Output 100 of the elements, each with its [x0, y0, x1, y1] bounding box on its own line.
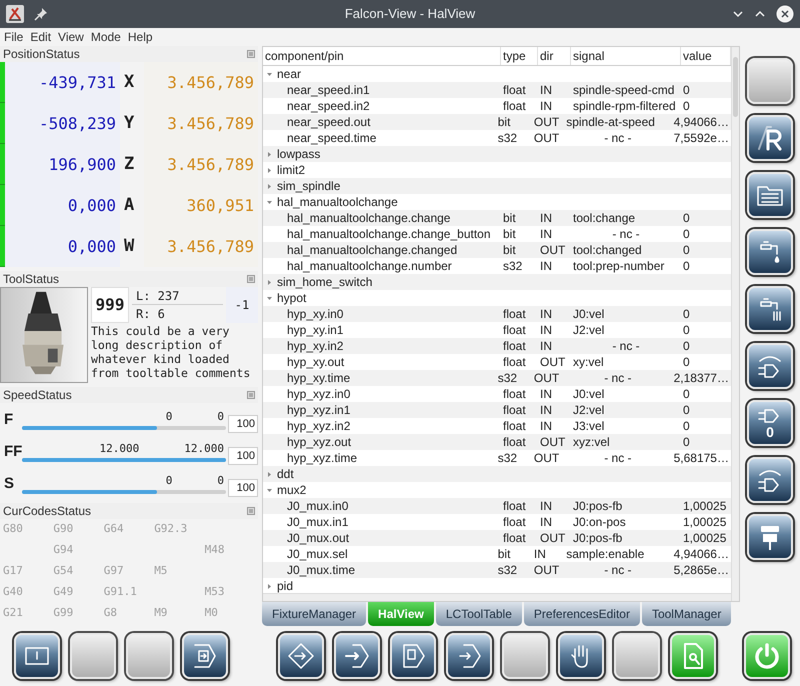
horizontal-scrollbar[interactable] — [263, 593, 731, 601]
tree-item[interactable]: ddt — [275, 465, 294, 483]
speed-slider[interactable] — [22, 455, 226, 465]
code-label: G99 — [53, 605, 74, 622]
tree-item[interactable]: hal_manualtoolchange — [275, 193, 398, 211]
table-cell-text: J0_mux.out — [286, 530, 350, 547]
tree-item[interactable]: lowpass — [275, 145, 320, 163]
table-cell-text: float — [502, 98, 527, 115]
table-cell-text: s32 — [496, 130, 518, 147]
collapsed-arrow-icon[interactable] — [266, 184, 272, 188]
table-cell-text: J0:vel — [572, 386, 606, 403]
expanded-arrow-icon[interactable] — [266, 200, 272, 204]
toolbar-button[interactable] — [14, 633, 60, 679]
axis-label: A — [123, 194, 136, 217]
toolbar-button[interactable] — [558, 633, 604, 679]
tab[interactable]: FixtureManager — [262, 602, 366, 626]
table-cell-text: hyp_xyz.in1 — [286, 402, 352, 419]
table-cell-text: spindle-speed-cmd — [572, 82, 676, 99]
table-cell-text: J0:vel — [572, 306, 606, 323]
table-cell-text: near_speed.time — [286, 130, 378, 147]
table-cell-text: 5,2865e… — [672, 562, 730, 579]
toolbar-button[interactable] — [747, 286, 793, 332]
tab[interactable]: LCToolTable — [436, 602, 522, 626]
toolbar-button[interactable] — [747, 457, 793, 503]
tree-item[interactable]: pid — [275, 577, 294, 593]
tab[interactable]: ToolManager — [642, 602, 732, 626]
table-cell-text: IN — [539, 210, 553, 227]
table-cell-text: IN — [539, 514, 553, 531]
float-icon[interactable] — [247, 50, 255, 58]
toolbar-button[interactable] — [747, 343, 793, 389]
column-header[interactable]: type — [501, 47, 538, 65]
dock-title: PositionStatus — [3, 46, 80, 63]
override-field[interactable]: 100 — [228, 414, 258, 433]
toolbar-button[interactable] — [334, 633, 380, 679]
column-header[interactable]: component/pin — [263, 47, 501, 65]
menu-item[interactable]: Edit — [30, 28, 52, 46]
table-cell-text: near_speed.in1 — [286, 82, 371, 99]
table-cell-text: hyp_xyz.in0 — [286, 386, 352, 403]
table-cell-text: 1,00025 — [682, 498, 728, 515]
menu-item[interactable]: File — [4, 28, 24, 46]
toolbar-button[interactable] — [747, 514, 793, 560]
float-icon[interactable] — [247, 391, 255, 399]
toolbar-button[interactable] — [744, 633, 790, 679]
toolbar-button[interactable] — [747, 229, 793, 275]
table-cell-text: float — [502, 306, 527, 323]
toolbar-button[interactable] — [670, 633, 716, 679]
scrollbar-thumb[interactable] — [733, 57, 738, 117]
code-label: M9 — [154, 605, 168, 622]
toolbar-button[interactable] — [390, 633, 436, 679]
override-field[interactable]: 100 — [228, 478, 258, 497]
menu-item[interactable]: Help — [128, 28, 153, 46]
table-cell-text: float — [502, 386, 527, 403]
table-cell-text: IN — [539, 498, 553, 515]
override-field[interactable]: 100 — [228, 446, 258, 465]
collapsed-arrow-icon[interactable] — [266, 152, 272, 156]
menu-item[interactable]: View — [58, 28, 84, 46]
code-label: M53 — [204, 584, 226, 600]
float-icon[interactable] — [247, 507, 255, 515]
table-cell-text: hyp_xyz.out — [286, 434, 352, 451]
tree-item[interactable]: limit2 — [275, 161, 306, 179]
expanded-arrow-icon[interactable] — [266, 72, 272, 76]
table-cell-text: hyp_xy.time — [286, 370, 352, 387]
speed-slider[interactable] — [22, 423, 226, 433]
code-label: G54 — [53, 563, 74, 580]
diamond-arrow-icon — [286, 641, 316, 671]
close-icon[interactable] — [776, 5, 794, 23]
expanded-arrow-icon[interactable] — [266, 488, 272, 492]
vertical-scrollbar[interactable] — [731, 47, 739, 601]
table-cell-text: IN — [539, 98, 553, 115]
table-cell-text: 1,00025 — [682, 530, 728, 547]
table-cell-text: 0 — [682, 354, 691, 371]
speed-slider[interactable] — [22, 487, 226, 497]
toolbar-button[interactable] — [747, 172, 793, 218]
tab[interactable]: PreferencesEditor — [524, 602, 640, 626]
toolbar-button[interactable] — [278, 633, 324, 679]
collapsed-arrow-icon[interactable] — [266, 168, 272, 172]
column-header[interactable]: dir — [538, 47, 571, 65]
float-icon[interactable] — [247, 275, 255, 283]
tree-item[interactable]: near — [275, 66, 302, 83]
pin-icon[interactable] — [34, 7, 48, 21]
tree-item[interactable]: hypot — [275, 289, 306, 307]
table-cell-text: hyp_xyz.in2 — [286, 418, 352, 435]
menu-item[interactable]: Mode — [90, 28, 121, 46]
tree-item[interactable]: mux2 — [275, 481, 306, 499]
toolbar-button[interactable] — [182, 633, 228, 679]
toolbar-button[interactable] — [446, 633, 492, 679]
column-header[interactable]: signal — [571, 47, 681, 65]
tree-item[interactable]: sim_spindle — [275, 177, 340, 195]
table-cell-text: 0 — [682, 210, 691, 227]
toolbar-button[interactable] — [747, 115, 793, 161]
code-label: G90 — [53, 521, 74, 538]
axis-label: Z — [123, 152, 136, 176]
table-cell-text: 0 — [682, 242, 691, 259]
collapsed-arrow-icon[interactable] — [266, 472, 272, 476]
collapsed-arrow-icon[interactable] — [266, 584, 272, 588]
toolbar-button[interactable]: 0 — [747, 400, 793, 446]
expanded-arrow-icon[interactable] — [266, 296, 272, 300]
table-cell-text: 0 — [682, 306, 691, 323]
collapsed-arrow-icon[interactable] — [266, 280, 272, 284]
table-cell-text: - nc - — [603, 562, 633, 579]
